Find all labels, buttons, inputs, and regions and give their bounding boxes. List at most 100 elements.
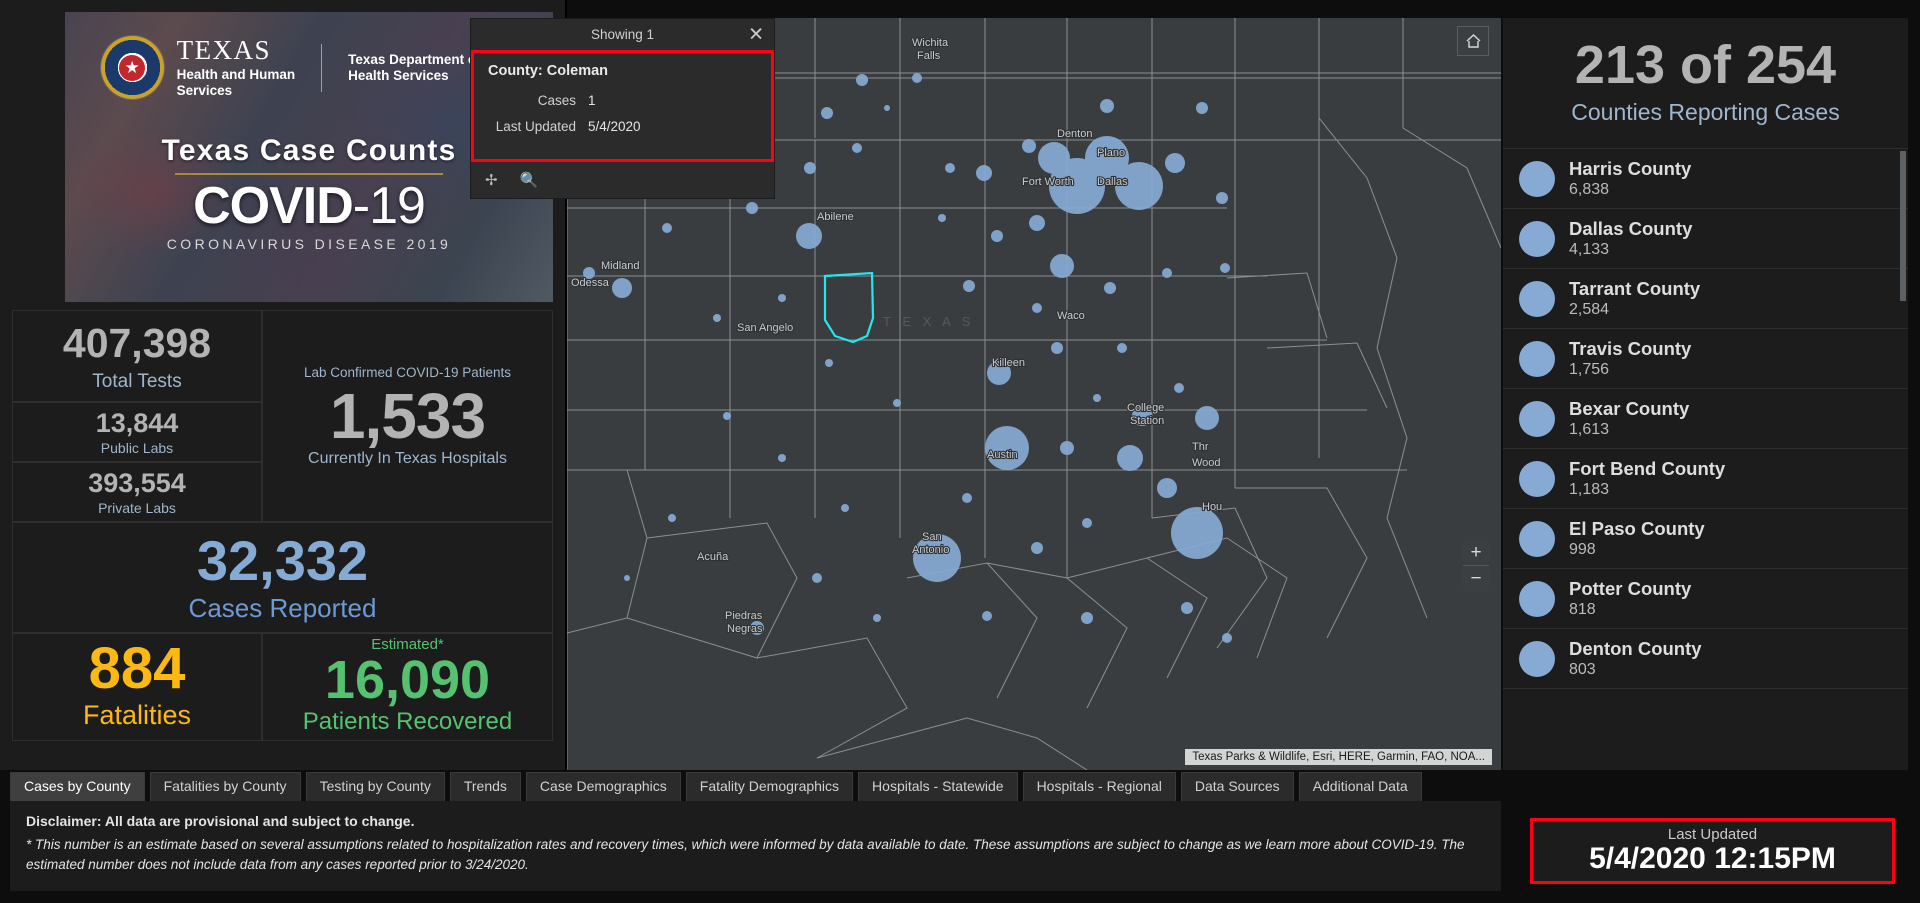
zoom-to-icon[interactable]: 🔍 <box>520 171 539 189</box>
county-row[interactable]: El Paso County 998 <box>1503 509 1908 570</box>
county-circle-icon <box>1519 400 1555 437</box>
disclaimer-bold: Disclaimer: All data are provisional and… <box>26 813 415 829</box>
public-labs-label: Public Labs <box>100 440 174 456</box>
map-city-label: Piedras <box>725 610 763 622</box>
county-row[interactable]: Potter County 818 <box>1503 569 1908 630</box>
county-list-scrollbar[interactable] <box>1900 151 1906 301</box>
tab-fatality-demographics[interactable]: Fatality Demographics <box>685 772 854 801</box>
counties-reporting-header: 213 of 254 Counties Reporting Cases <box>1503 18 1908 149</box>
county-case-count: 803 <box>1569 660 1596 678</box>
popup-title: County: Coleman <box>488 63 609 79</box>
map-feature-popup[interactable]: Showing 1 ✕ County: Coleman Cases 1 Last… <box>470 18 775 199</box>
popup-footer: ✢ 🔍 <box>471 162 774 198</box>
tab-hospitals-statewide[interactable]: Hospitals - Statewide <box>858 772 1018 801</box>
agency-name: TEXAS Health and Human Services <box>176 34 296 98</box>
agency-name-line2: Health and Human <box>176 66 296 82</box>
hospital-top-label: Lab Confirmed COVID-19 Patients <box>303 364 512 380</box>
county-name: Travis County <box>1569 338 1692 360</box>
map-city-label: Falls <box>917 50 941 62</box>
county-circle-icon <box>1519 160 1555 197</box>
zoom-controls[interactable]: + − <box>1463 539 1489 591</box>
county-row[interactable]: Tarrant County 2,584 <box>1503 269 1908 330</box>
county-list[interactable]: Harris County 6,838 Dallas County 4,133 Tarr… <box>1503 149 1908 747</box>
county-row[interactable]: Travis County 1,756 <box>1503 329 1908 390</box>
close-icon[interactable]: ✕ <box>748 25 764 44</box>
map-city-label: Abilene <box>817 211 854 223</box>
logo-divider <box>321 43 323 92</box>
tab-case-demographics[interactable]: Case Demographics <box>525 772 681 801</box>
map-city-label: College <box>1127 402 1164 414</box>
county-name: Denton County <box>1569 638 1702 660</box>
popup-header: Showing 1 ✕ <box>471 19 774 50</box>
county-row[interactable]: Harris County 6,838 <box>1503 149 1908 210</box>
county-row[interactable]: Denton County 803 <box>1503 629 1908 690</box>
map-city-label: Waco <box>1057 310 1085 322</box>
popup-field-last-updated: Last Updated 5/4/2020 <box>488 119 757 134</box>
county-row[interactable]: Dallas County 4,133 <box>1503 209 1908 270</box>
tab-trends[interactable]: Trends <box>449 772 521 801</box>
counties-reporting-subtitle: Counties Reporting Cases <box>1571 99 1840 125</box>
covid-subtitle: CORONAVIRUS DISEASE 2019 <box>166 236 452 253</box>
counties-reporting-count: 213 of 254 <box>1574 35 1837 95</box>
county-circle-icon <box>1519 580 1555 617</box>
home-glyph <box>1466 34 1480 48</box>
county-case-count: 2,584 <box>1569 300 1610 318</box>
stats-row-bottom: 884 Fatalities Estimated* 16,090 Patient… <box>12 633 553 742</box>
county-case-count: 6,838 <box>1569 180 1610 198</box>
dashboard-root: ★ TEXAS Health and Human Services Texas … <box>0 0 1920 903</box>
tab-additional-data[interactable]: Additional Data <box>1298 772 1422 801</box>
cases-value: 32,332 <box>196 529 369 592</box>
county-name: Potter County <box>1569 578 1692 600</box>
zoom-in-button[interactable]: + <box>1463 539 1489 565</box>
county-name: Tarrant County <box>1569 278 1701 300</box>
county-case-count: 1,613 <box>1569 420 1610 438</box>
map-city-label: Dallas <box>1097 176 1128 188</box>
pan-icon[interactable]: ✢ <box>485 171 498 189</box>
map-city-label: Denton <box>1057 128 1092 140</box>
county-row[interactable]: Bexar County 1,613 <box>1503 389 1908 450</box>
zoom-out-button[interactable]: − <box>1463 565 1489 591</box>
county-circle-icon <box>1519 340 1555 377</box>
map-city-label: Wood <box>1192 457 1221 469</box>
last-updated-value: 5/4/2020 12:15PM <box>1589 842 1836 875</box>
map-city-label: San <box>922 531 942 543</box>
footer-disclaimer: Disclaimer: All data are provisional and… <box>10 801 1501 891</box>
stats-grid: 407,398 Total Tests 13,844 Public Labs 3… <box>12 310 553 762</box>
agency-name-line3: Services <box>176 82 233 98</box>
map-city-label: Antonio <box>912 544 949 556</box>
tab-testing-by-county[interactable]: Testing by County <box>305 772 445 801</box>
last-updated-box: Last Updated 5/4/2020 12:15PM <box>1530 818 1895 884</box>
recovered-value: 16,090 <box>324 650 491 710</box>
popup-field-cases: Cases 1 <box>488 93 757 108</box>
map-city-label: Fort Worth <box>1022 176 1074 188</box>
county-circle-icon <box>1519 280 1555 317</box>
tab-hospitals-regional[interactable]: Hospitals - Regional <box>1022 772 1176 801</box>
kpi-private-labs: 393,554 Private Labs <box>12 462 262 522</box>
county-circle-icon <box>1519 460 1555 497</box>
hospital-value: 1,533 <box>329 379 486 452</box>
county-case-count: 1,183 <box>1569 480 1610 498</box>
private-labs-value: 393,554 <box>88 468 186 498</box>
tab-cases-by-county[interactable]: Cases by County <box>10 772 145 801</box>
map-city-label: San Angelo <box>737 322 793 334</box>
kpi-total-tests: 407,398 Total Tests <box>12 310 262 402</box>
map-city-label: Killeen <box>992 357 1025 369</box>
county-circle-icon <box>1519 640 1555 677</box>
dashboard-tabs[interactable]: Cases by County Fatalities by County Testi… <box>10 772 1422 801</box>
county-row[interactable]: Fort Bend County 1,183 <box>1503 449 1908 510</box>
county-name: Dallas County <box>1569 218 1693 240</box>
total-tests-value: 407,398 <box>62 320 212 366</box>
stats-row-top: 407,398 Total Tests 13,844 Public Labs 3… <box>12 310 553 522</box>
home-icon[interactable] <box>1457 26 1489 56</box>
county-circle-icon <box>1519 520 1555 557</box>
popup-showing-count: Showing 1 <box>590 27 655 42</box>
agency-name-line1: TEXAS <box>176 34 272 65</box>
tab-data-sources[interactable]: Data Sources <box>1180 772 1294 801</box>
popup-cases-label: Cases <box>537 93 576 108</box>
map-city-label: Odessa <box>571 277 610 289</box>
county-ranking-panel: 213 of 254 Counties Reporting Cases Harr… <box>1503 18 1908 770</box>
covid-main: COVID <box>193 177 354 235</box>
texas-seal-icon: ★ <box>100 36 164 99</box>
hospital-bottom-label: Currently In Texas Hospitals <box>308 449 507 467</box>
tab-fatalities-by-county[interactable]: Fatalities by County <box>149 772 301 801</box>
